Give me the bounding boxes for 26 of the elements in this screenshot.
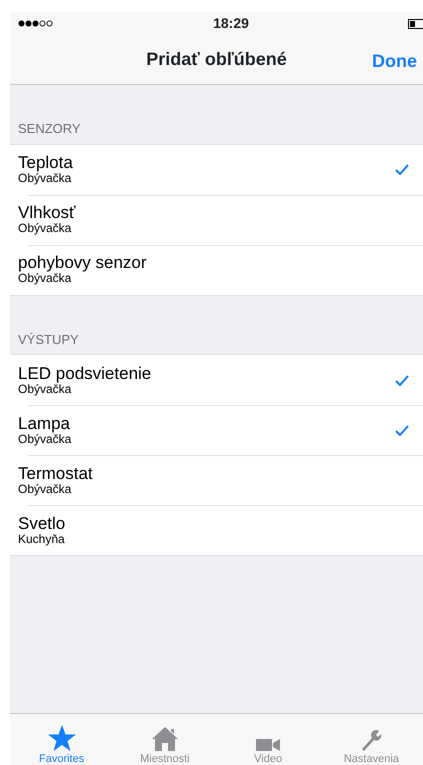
star-icon <box>46 724 77 752</box>
item-subtitle: Obývačka <box>18 482 72 496</box>
item-title[interactable]: Lampa <box>18 414 70 432</box>
section-header: SENZORY <box>18 121 81 136</box>
done-button[interactable]: Done <box>372 48 417 75</box>
signal-icon <box>18 20 54 27</box>
section-header: VÝSTUPY <box>18 332 79 346</box>
item-title[interactable]: Vlhkosť <box>18 204 76 222</box>
item-subtitle: Obývačka <box>18 382 72 396</box>
item-subtitle: Obývačka <box>18 432 72 446</box>
item-title[interactable]: LED podsvietenie <box>18 364 152 382</box>
house-icon <box>150 726 179 752</box>
wrench-icon <box>360 728 382 752</box>
item-title[interactable]: Termostat <box>18 464 93 482</box>
item-subtitle: Obývačka <box>18 222 72 235</box>
battery-icon <box>408 18 423 28</box>
tab[interactable]: Favorites <box>10 714 114 765</box>
item-title[interactable]: pohybovy senzor <box>18 254 147 272</box>
screen-title: Pridať obľúbené <box>146 48 287 71</box>
item-title[interactable]: Teplota <box>18 154 73 172</box>
item-subtitle: Kuchyňa <box>18 532 65 546</box>
item-subtitle: Obývačka <box>18 272 72 285</box>
video-camera-icon <box>256 738 280 752</box>
status-time: 18:29 <box>213 14 249 33</box>
item-subtitle: Obývačka <box>18 172 72 185</box>
item-title[interactable]: Svetlo <box>18 514 66 532</box>
